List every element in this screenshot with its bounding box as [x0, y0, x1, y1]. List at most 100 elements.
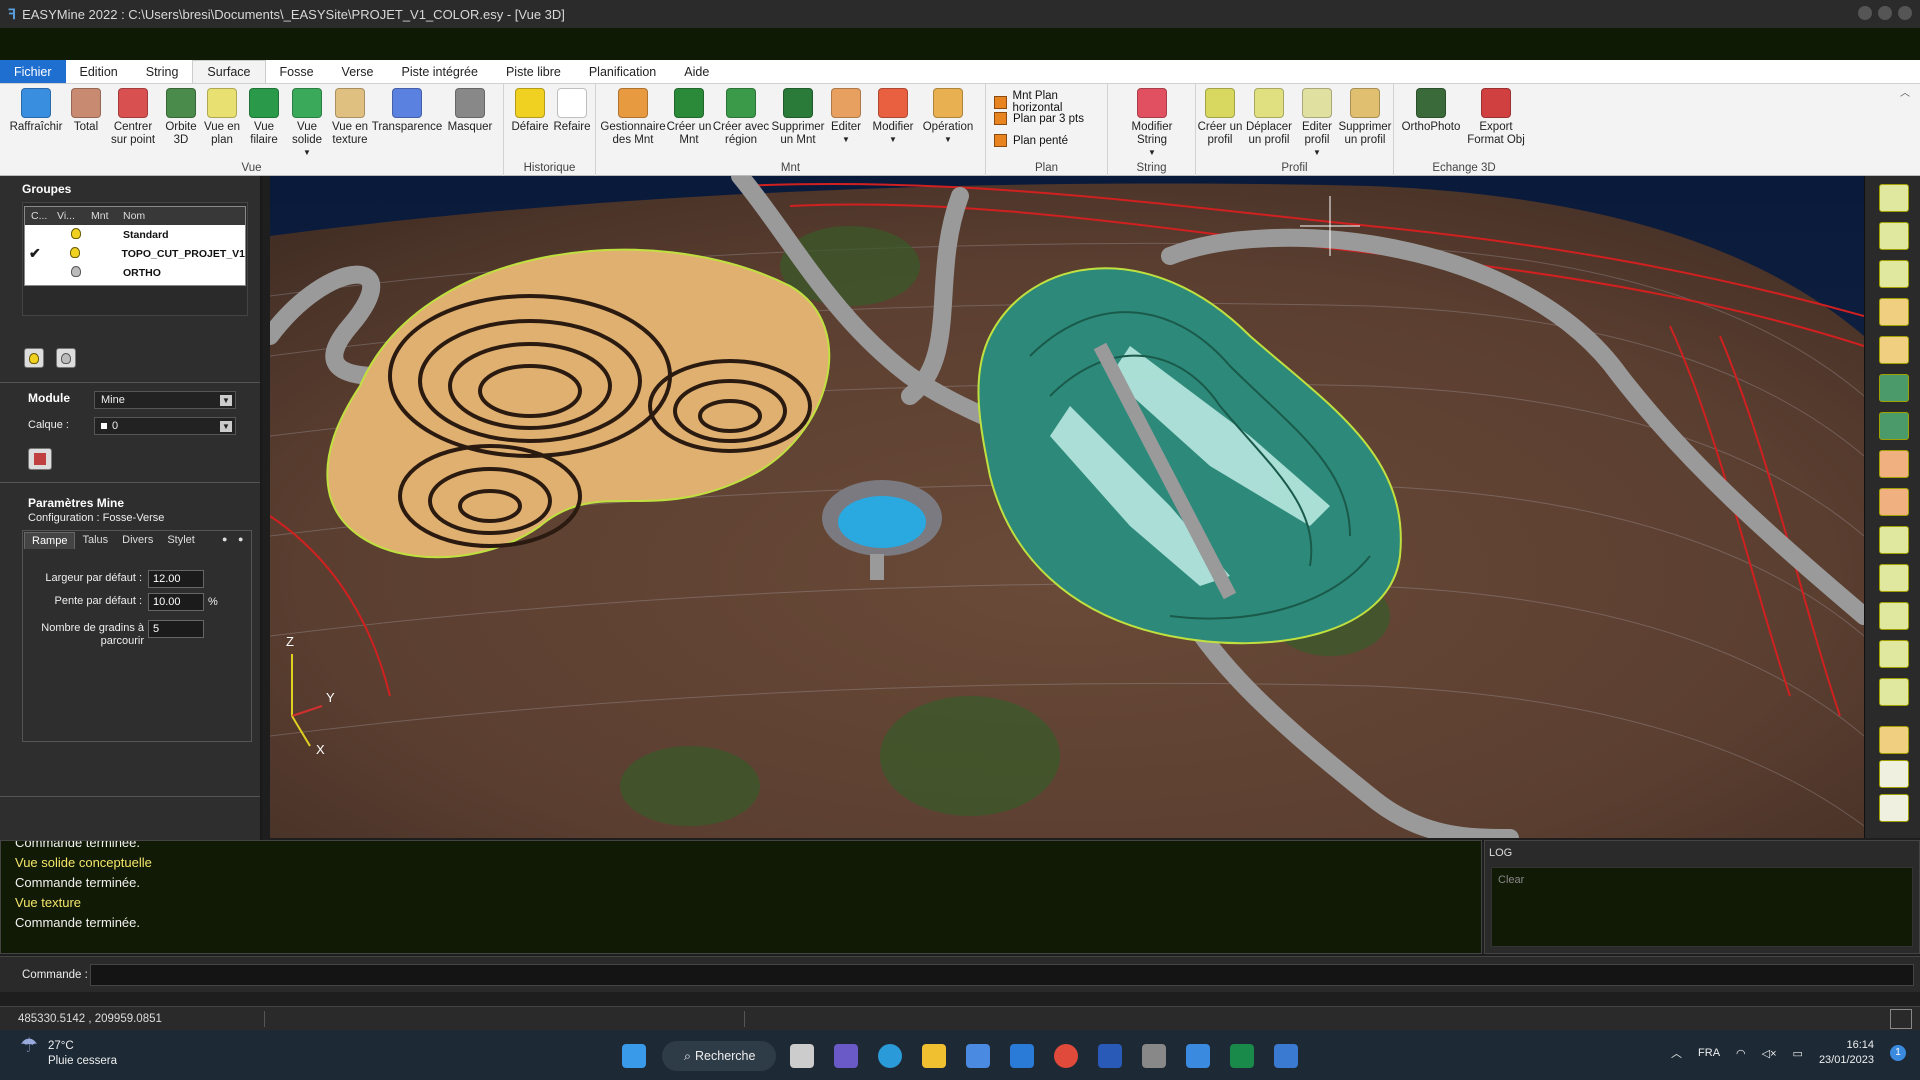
teams-chat-icon[interactable]: [834, 1044, 858, 1068]
measure-tool[interactable]: [1879, 678, 1909, 706]
speaker-muted-icon[interactable]: ◁×: [1762, 1047, 1777, 1060]
hide-button[interactable]: Masquer: [444, 88, 496, 134]
window-tool[interactable]: [1879, 760, 1909, 788]
total-button[interactable]: Total: [68, 88, 104, 134]
taskbar-search[interactable]: ⌕ Recherche: [662, 1041, 776, 1071]
create-profile-button[interactable]: Créer un profil: [1196, 88, 1244, 147]
file-explorer-icon[interactable]: [922, 1044, 946, 1068]
tab-divers[interactable]: Divers: [115, 532, 160, 549]
windows-start-icon[interactable]: [622, 1044, 646, 1068]
calque-tool-button[interactable]: [28, 448, 52, 470]
maximize-button[interactable]: [1878, 6, 1892, 20]
visible-bulb-icon[interactable]: [70, 246, 81, 258]
tab-talus[interactable]: Talus: [75, 532, 115, 549]
tab-stylet[interactable]: Stylet: [160, 532, 202, 549]
delete-mnt-button[interactable]: Supprimer un Mnt: [770, 88, 826, 147]
chevron-up-icon[interactable]: ︿: [1671, 1045, 1682, 1061]
move-point-tool[interactable]: [1879, 298, 1909, 326]
create-mnt-button[interactable]: Créer un Mnt: [666, 88, 712, 147]
menu-surface[interactable]: Surface: [192, 60, 266, 83]
light-off-button[interactable]: [56, 348, 76, 368]
query-tool[interactable]: [1879, 640, 1909, 668]
orbit-3d-button[interactable]: Orbite 3D: [160, 88, 202, 147]
tab-scroll-right-icon[interactable]: ●: [238, 534, 243, 544]
export-obj-button[interactable]: Export Format Obj: [1464, 88, 1528, 147]
language-indicator[interactable]: FRA: [1698, 1047, 1720, 1059]
add-vertex-tool[interactable]: [1879, 222, 1909, 250]
menu-verse[interactable]: Verse: [328, 60, 388, 83]
solid-view-button[interactable]: Vue solide ▼: [286, 88, 328, 159]
move-profile-button[interactable]: Déplacer un profil: [1244, 88, 1294, 147]
calque-select[interactable]: 0 ▼: [94, 417, 236, 435]
3d-viewport[interactable]: Z Y X: [270, 176, 1864, 838]
center-point-button[interactable]: Centrer sur point: [108, 88, 158, 147]
modify-mnt-button[interactable]: Modifier ▼: [868, 88, 918, 146]
orthophoto-button[interactable]: OrthoPhoto: [1398, 88, 1464, 134]
edit-point-tool[interactable]: [1879, 336, 1909, 364]
menu-edition[interactable]: Edition: [66, 60, 132, 83]
pente-field[interactable]: 10.00: [148, 593, 204, 611]
mnt-plan-horizontal-button[interactable]: Mnt Plan horizontal: [994, 90, 1107, 114]
visible-bulb-icon[interactable]: [71, 227, 81, 239]
menu-string[interactable]: String: [132, 60, 193, 83]
filter-tool[interactable]: [1879, 794, 1909, 822]
plan-view-button[interactable]: Vue en plan: [202, 88, 242, 147]
operation-button[interactable]: Opération ▼: [918, 88, 978, 146]
insert-point-tool[interactable]: [1879, 260, 1909, 288]
command-input[interactable]: [90, 963, 1914, 986]
group-row-topo-cut[interactable]: ✔ TOPO_CUT_PROJET_V1: [25, 244, 245, 263]
tab-rampe[interactable]: Rampe: [24, 532, 76, 549]
edge-browser-icon[interactable]: [878, 1044, 902, 1068]
texture-view-button[interactable]: Vue en texture: [328, 88, 372, 147]
largeur-field[interactable]: 12.00: [148, 570, 204, 588]
menu-planification[interactable]: Planification: [575, 60, 670, 83]
minimize-button[interactable]: [1858, 6, 1872, 20]
ribbon-collapse-icon[interactable]: ︿: [1900, 84, 1910, 99]
join-tool[interactable]: [1879, 374, 1909, 402]
mnt-manager-button[interactable]: Gestionnaire des Mnt: [600, 88, 666, 147]
group-row-standard[interactable]: Standard: [25, 225, 245, 244]
menu-aide[interactable]: Aide: [670, 60, 723, 83]
tab-scroll-left-icon[interactable]: ●: [222, 534, 227, 544]
transparency-button[interactable]: Transparence: [372, 88, 442, 134]
clock[interactable]: 16:14 23/01/2023: [1819, 1038, 1874, 1068]
log-clear-link[interactable]: Clear: [1498, 874, 1524, 886]
menu-piste-libre[interactable]: Piste libre: [492, 60, 575, 83]
add-point-tool[interactable]: [1879, 184, 1909, 212]
hidden-bulb-icon[interactable]: [71, 265, 81, 277]
delete-point-tool[interactable]: [1879, 450, 1909, 478]
calculator-icon[interactable]: [1142, 1044, 1166, 1068]
group-row-ortho[interactable]: ORTHO: [25, 263, 245, 282]
delete-segment-tool[interactable]: [1879, 488, 1909, 516]
current-check-icon[interactable]: ✔: [29, 245, 41, 261]
chrome-icon[interactable]: [1054, 1044, 1078, 1068]
module-select[interactable]: Mine ▼: [94, 391, 236, 409]
select-tool[interactable]: [1879, 726, 1909, 754]
delete-profile-button[interactable]: Supprimer un profil: [1338, 88, 1392, 147]
wireframe-view-button[interactable]: Vue filaire: [244, 88, 284, 147]
status-toggle-button[interactable]: [1890, 1009, 1912, 1029]
elevation-tool[interactable]: [1879, 564, 1909, 592]
word-icon[interactable]: [1098, 1044, 1122, 1068]
excel-icon[interactable]: [1230, 1044, 1254, 1068]
create-region-button[interactable]: Créer avec région: [712, 88, 770, 147]
task-view-icon[interactable]: [790, 1044, 814, 1068]
menu-piste-integree[interactable]: Piste intégrée: [388, 60, 492, 83]
battery-icon[interactable]: ▭: [1793, 1047, 1803, 1060]
mail-icon[interactable]: [1010, 1044, 1034, 1068]
wifi-icon[interactable]: ◠: [1736, 1047, 1746, 1060]
close-button[interactable]: [1898, 6, 1912, 20]
modify-string-button[interactable]: Modifier String ▼: [1124, 88, 1180, 159]
refresh-button[interactable]: Raffraîchir: [8, 88, 64, 134]
weather-widget[interactable]: ☂ 27°C Pluie cessera: [20, 1036, 117, 1069]
notepad-icon[interactable]: [1186, 1044, 1210, 1068]
menu-fichier[interactable]: Fichier: [0, 60, 66, 83]
store-icon[interactable]: [966, 1044, 990, 1068]
attribute-tool[interactable]: [1879, 526, 1909, 554]
menu-fosse[interactable]: Fosse: [266, 60, 328, 83]
info-tool[interactable]: [1879, 602, 1909, 630]
undo-button[interactable]: Défaire: [508, 88, 552, 134]
light-on-button[interactable]: [24, 348, 44, 368]
edit-profile-button[interactable]: Editer profil ▼: [1296, 88, 1338, 159]
redo-button[interactable]: Refaire: [550, 88, 594, 134]
